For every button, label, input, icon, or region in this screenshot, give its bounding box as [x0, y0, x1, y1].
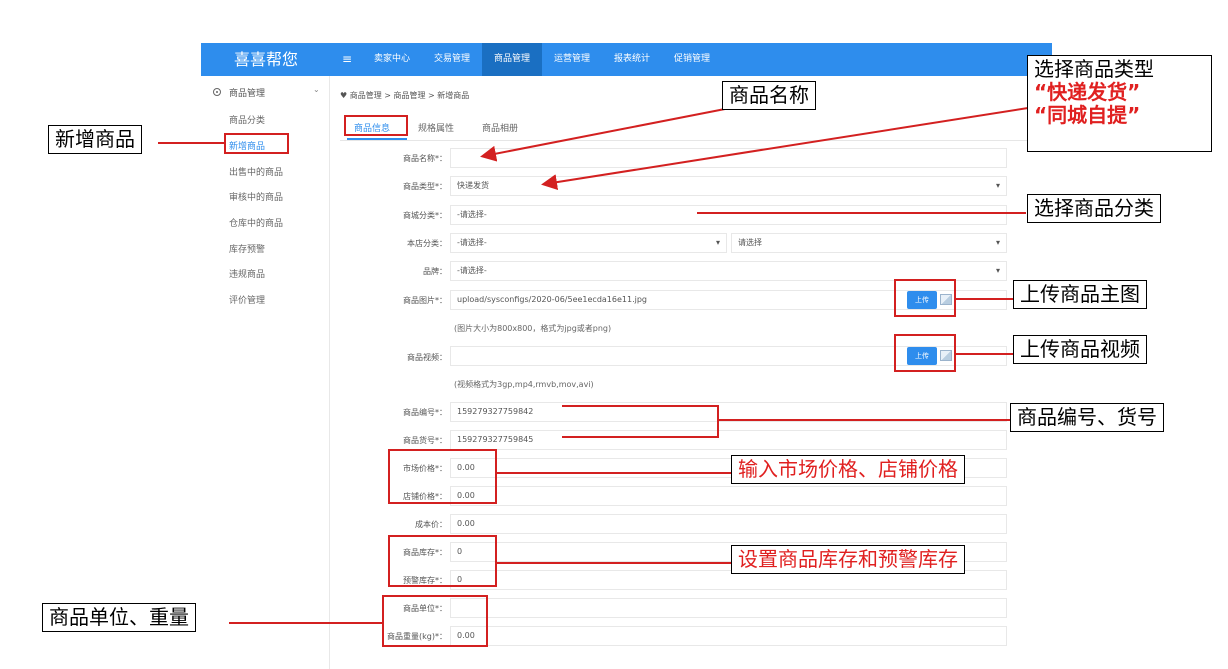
callout-select-type-opt2: “同城自提”	[1034, 103, 1141, 127]
callout-stock: 设置商品库存和预警库存	[731, 545, 965, 574]
arrow-product-name	[480, 108, 726, 162]
callout-upload-video: 上传商品视频	[1013, 335, 1147, 364]
callout-select-type-opt1: “快递发货”	[1034, 80, 1141, 104]
callout-product-name: 商品名称	[722, 81, 816, 110]
arrow-product-type	[541, 107, 1029, 191]
callout-select-category: 选择商品分类	[1027, 194, 1161, 223]
callout-price: 输入市场价格、店铺价格	[731, 455, 965, 484]
callout-unit-weight: 商品单位、重量	[42, 603, 196, 632]
callout-sku-code: 商品编号、货号	[1010, 403, 1164, 432]
callout-select-type-title: 选择商品类型	[1034, 57, 1154, 81]
callout-new-product: 新增商品	[48, 125, 142, 154]
callout-select-type: 选择商品类型 “快递发货” “同城自提”	[1027, 55, 1212, 152]
callout-upload-image: 上传商品主图	[1013, 280, 1147, 309]
screenshot-stage: 喜喜帮您 ≡ 卖家中心 交易管理 商品管理 运营管理 报表统计 促销管理 商品管…	[0, 0, 1228, 669]
